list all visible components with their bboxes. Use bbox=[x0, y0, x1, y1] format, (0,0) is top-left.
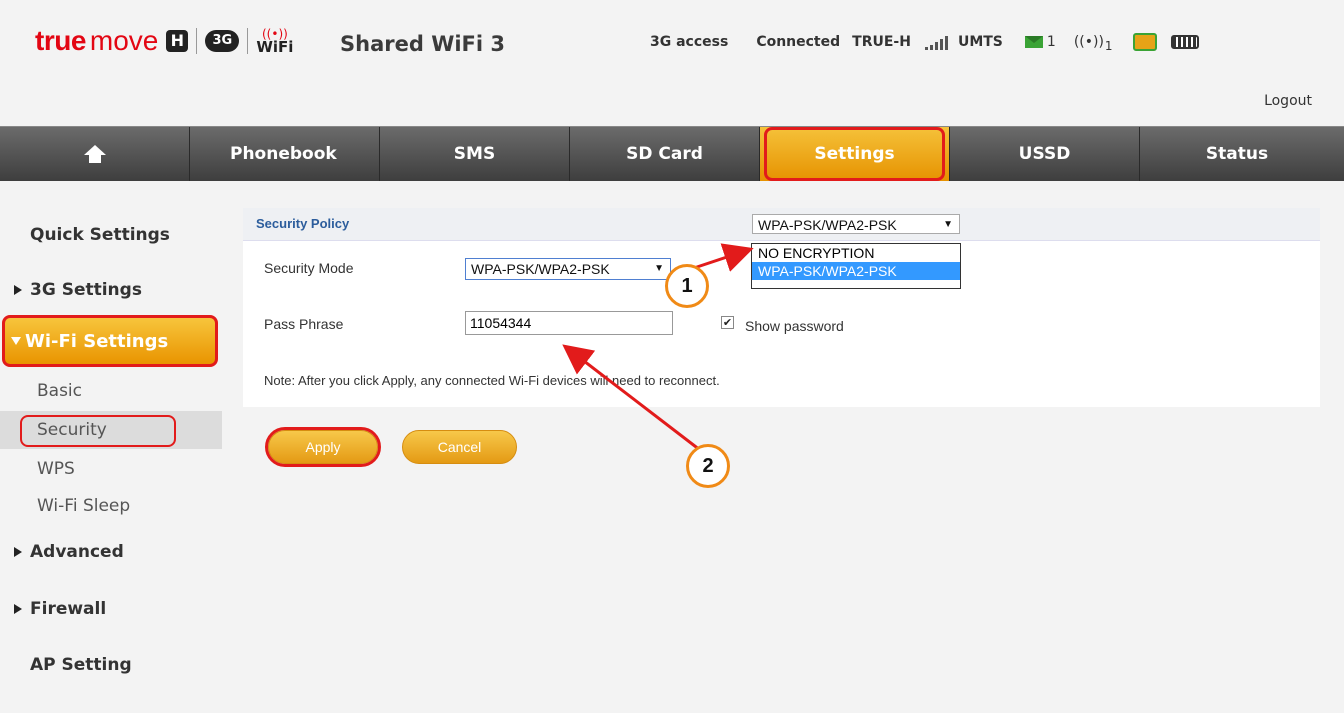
option-wpa-psk[interactable]: WPA-PSK/WPA2-PSK bbox=[752, 262, 960, 280]
brand-move-text: move bbox=[89, 25, 159, 56]
nav-status[interactable]: Status bbox=[1140, 127, 1334, 181]
top-header: true move H 3G ((•)) WiFi Shared WiFi 3 … bbox=[0, 0, 1344, 88]
option-no-encryption[interactable]: NO ENCRYPTION bbox=[752, 244, 960, 262]
sidebar-wifi-label: Wi-Fi Settings bbox=[25, 330, 169, 352]
annotation-step-1: 1 bbox=[665, 264, 709, 308]
nav-phonebook[interactable]: Phonebook bbox=[190, 127, 380, 181]
apply-note: Note: After you click Apply, any connect… bbox=[264, 373, 720, 388]
security-policy-options[interactable]: NO ENCRYPTION WPA-PSK/WPA2-PSK bbox=[751, 243, 961, 289]
nav-sms[interactable]: SMS bbox=[380, 127, 570, 181]
wifi-logo-text: WiFi bbox=[256, 37, 294, 56]
wifi-clients-indicator: ((•)) 1 bbox=[1073, 34, 1113, 53]
brand-3g-badge: 3G bbox=[205, 30, 240, 52]
pass-phrase-input[interactable]: 11054344 bbox=[465, 311, 673, 335]
sms-indicator[interactable]: 1 bbox=[1024, 34, 1056, 50]
brand-true-text: true bbox=[35, 25, 86, 56]
dropdown-arrow-icon: ▼ bbox=[654, 263, 664, 274]
cancel-button[interactable]: Cancel bbox=[402, 430, 517, 464]
panel-header: Security Policy WPA-PSK/WPA2-PSK ▼ bbox=[243, 208, 1320, 241]
show-password-label: Show password bbox=[745, 318, 844, 334]
nav-sd-card[interactable]: SD Card bbox=[570, 127, 760, 181]
panel-title: Security Policy bbox=[256, 216, 350, 231]
carrier-name: TRUE-H bbox=[852, 34, 911, 50]
home-icon bbox=[83, 145, 106, 163]
sidebar-3g-label: 3G Settings bbox=[30, 280, 142, 300]
sidebar-quick-settings[interactable]: Quick Settings bbox=[30, 225, 170, 245]
nav-settings[interactable]: Settings bbox=[760, 127, 950, 181]
settings-sidebar: Quick Settings 3G Settings Wi-Fi Setting… bbox=[0, 195, 222, 713]
security-policy-value: WPA-PSK/WPA2-PSK bbox=[758, 217, 897, 233]
sidebar-item-wifi-sleep[interactable]: Wi-Fi Sleep bbox=[37, 496, 130, 516]
signal-strength-icon bbox=[924, 34, 948, 50]
logo-divider bbox=[247, 28, 249, 54]
security-mode-label: Security Mode bbox=[264, 260, 354, 276]
logout-link[interactable]: Logout bbox=[1264, 93, 1312, 109]
access-type: 3G access bbox=[650, 34, 729, 50]
envelope-icon bbox=[1024, 36, 1043, 48]
network-type: UMTS bbox=[957, 34, 1003, 50]
security-policy-panel: Security Policy WPA-PSK/WPA2-PSK ▼ Secur… bbox=[243, 208, 1320, 407]
expand-arrow-icon bbox=[14, 285, 22, 295]
wifi-antenna-icon: ((•)) bbox=[1073, 34, 1104, 50]
sidebar-ap-setting[interactable]: AP Setting bbox=[30, 655, 132, 675]
apply-button[interactable]: Apply bbox=[265, 427, 381, 467]
product-name: Shared WiFi 3 bbox=[340, 32, 506, 56]
collapse-arrow-icon bbox=[11, 337, 21, 345]
status-bar: 3G access Connected TRUE-H UMTS 1 ((•)) … bbox=[650, 33, 1227, 53]
expand-arrow-icon bbox=[14, 604, 22, 614]
truemove-logo: true move H 3G ((•)) WiFi bbox=[35, 25, 293, 57]
show-password-checkbox[interactable]: ✔ bbox=[721, 316, 734, 329]
wifi-clients-count: 1 bbox=[1104, 39, 1113, 53]
battery-icon bbox=[1170, 35, 1199, 49]
security-policy-select[interactable]: WPA-PSK/WPA2-PSK ▼ bbox=[752, 214, 960, 234]
dropdown-arrow-icon: ▼ bbox=[943, 219, 953, 230]
sidebar-firewall[interactable]: Firewall bbox=[14, 599, 106, 619]
sidebar-advanced-label: Advanced bbox=[30, 542, 124, 562]
wifi-logo: ((•)) WiFi bbox=[256, 28, 293, 55]
sidebar-firewall-label: Firewall bbox=[30, 599, 107, 619]
expand-arrow-icon bbox=[14, 547, 22, 557]
security-mode-select[interactable]: WPA-PSK/WPA2-PSK ▼ bbox=[465, 258, 671, 280]
security-highlight bbox=[20, 415, 176, 447]
sidebar-advanced[interactable]: Advanced bbox=[14, 542, 124, 562]
brand-h-badge: H bbox=[166, 30, 189, 52]
main-nav: Phonebook SMS SD Card Settings USSD Stat… bbox=[0, 126, 1344, 181]
pass-phrase-label: Pass Phrase bbox=[264, 316, 344, 332]
sidebar-3g-settings[interactable]: 3G Settings bbox=[14, 280, 142, 300]
sidebar-item-wps[interactable]: WPS bbox=[37, 459, 75, 479]
logo-divider bbox=[196, 28, 198, 54]
annotation-step-2: 2 bbox=[686, 444, 730, 488]
connection-status: Connected bbox=[756, 34, 841, 50]
roaming-icon bbox=[1132, 33, 1157, 51]
sms-count: 1 bbox=[1046, 34, 1056, 50]
sidebar-item-basic[interactable]: Basic bbox=[37, 381, 82, 401]
nav-home[interactable] bbox=[0, 127, 190, 181]
sidebar-wifi-settings[interactable]: Wi-Fi Settings bbox=[2, 315, 218, 367]
security-mode-value: WPA-PSK/WPA2-PSK bbox=[471, 261, 610, 277]
nav-ussd[interactable]: USSD bbox=[950, 127, 1140, 181]
